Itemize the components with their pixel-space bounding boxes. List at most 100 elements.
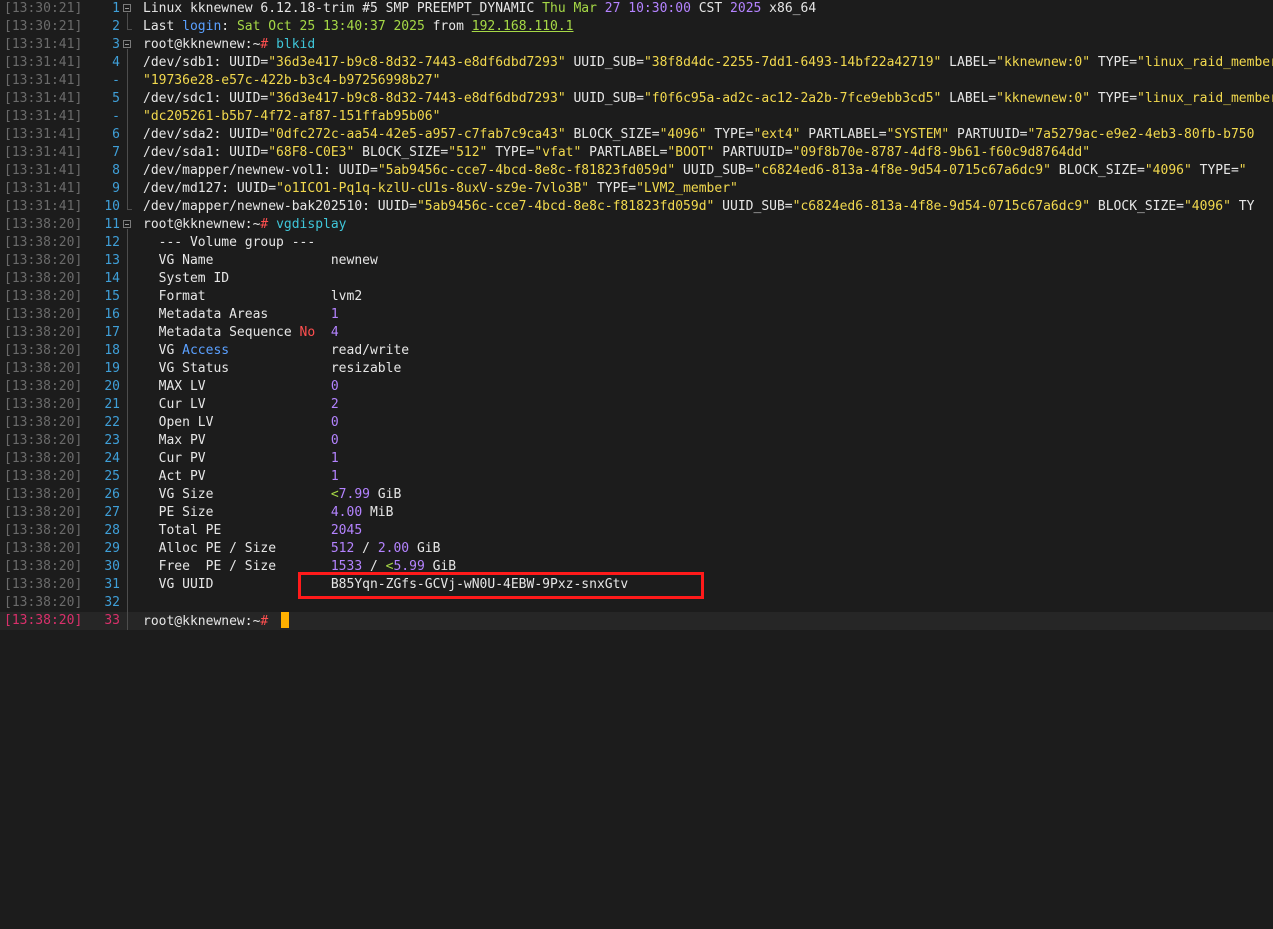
terminal-line: [13:31:41] 9/dev/md127: UUID="o1ICO1-Pq1q… <box>0 180 1273 198</box>
line-number: 2 <box>112 19 120 34</box>
fold-gutter <box>123 378 133 396</box>
line-text: /dev/sdb1: UUID="36d3e417-b9c8-8d32-7443… <box>143 54 1273 72</box>
fold-gutter <box>123 36 133 54</box>
text-segment: Total PE <box>143 523 331 538</box>
fold-gutter <box>123 486 133 504</box>
line-number: 13 <box>104 253 120 268</box>
line-text: Last login: Sat Oct 25 13:40:37 2025 fro… <box>143 18 574 36</box>
fold-gutter <box>123 612 133 630</box>
timestamp: [13:38:20] <box>4 451 83 466</box>
text-segment: "ext4" <box>753 127 801 142</box>
text-segment: LABEL= <box>941 91 997 106</box>
text-segment: "f0f6c95a-ad2c-ac12-2a2b-7fce9ebb3cd5" <box>643 91 942 106</box>
text-segment: login <box>182 19 222 34</box>
text-segment: 2.00 <box>377 541 410 556</box>
text-segment: :~ <box>244 614 261 629</box>
text-segment: Sat Oct 25 13:40:37 2025 <box>236 19 425 34</box>
text-segment: TYPE= <box>1090 55 1138 70</box>
text-segment: TY <box>1230 199 1255 214</box>
text-segment: Act PV <box>143 469 331 484</box>
terminal-line: [13:38:20] 28 Total PE 2045 <box>0 522 1273 540</box>
terminal-line: [13:30:21] 2 Last login: Sat Oct 25 13:40:… <box>0 18 1273 36</box>
text-segment: "512" <box>448 145 488 160</box>
line-number: 31 <box>104 577 120 592</box>
line-text: VG Access read/write <box>143 342 409 360</box>
fold-gutter <box>123 108 133 126</box>
text-segment: CST <box>690 1 731 16</box>
terminal-line: [13:38:20] 18 VG Access read/write <box>0 342 1273 360</box>
text-segment: read/write <box>229 343 410 358</box>
fold-gutter <box>123 18 133 36</box>
text-segment: LABEL= <box>941 55 997 70</box>
terminal-line: [13:38:20] 19 VG Status resizable <box>0 360 1273 378</box>
timestamp: [13:31:41] <box>4 145 83 160</box>
terminal-output[interactable]: [13:30:21] 1 Linux kknewnew 6.12.18-trim #… <box>0 0 1273 929</box>
fold-toggle-icon[interactable] <box>123 220 131 228</box>
fold-gutter <box>123 432 133 450</box>
terminal-line: [13:38:20] 13 VG Name newnew <box>0 252 1273 270</box>
timestamp: [13:38:20] <box>4 595 83 610</box>
timestamp: [13:30:21] <box>4 19 83 34</box>
line-text: root@kknewnew:~# vgdisplay <box>143 216 347 234</box>
text-segment: "4096" <box>1183 199 1231 214</box>
text-segment: PARTLABEL= <box>581 145 668 160</box>
timestamp: [13:38:20] <box>4 523 83 538</box>
timestamp: [13:31:41] <box>4 199 83 214</box>
timestamp: [13:38:20] <box>4 397 83 412</box>
line-number: 22 <box>104 415 120 430</box>
text-segment: 1 <box>330 307 339 322</box>
line-number: 32 <box>104 595 120 610</box>
text-segment: vgdisplay <box>276 217 347 232</box>
fold-gutter <box>123 306 133 324</box>
text-segment: "LVM2_member" <box>636 181 738 196</box>
line-text: Max PV 0 <box>143 432 339 450</box>
text-segment: 2025 <box>730 1 762 16</box>
terminal-line: [13:38:20] 16 Metadata Areas 1 <box>0 306 1273 324</box>
line-number: 25 <box>104 469 120 484</box>
text-segment: GiB <box>409 541 441 556</box>
line-text: Act PV 1 <box>143 468 339 486</box>
terminal-line: [13:38:20] 12 --- Volume group --- <box>0 234 1273 252</box>
fold-gutter <box>123 324 133 342</box>
text-segment: /dev/sda2: UUID= <box>143 127 269 142</box>
terminal-line: [13:31:41] 3 root@kknewnew:~# blkid <box>0 36 1273 54</box>
text-segment: PARTUUID= <box>714 145 793 160</box>
line-text: --- Volume group --- <box>143 234 316 252</box>
line-number: 7 <box>112 145 120 160</box>
text-segment: BLOCK_SIZE= <box>565 127 660 142</box>
text-segment: "5ab9456c-cce7-4bcd-8e8c-f81823fd059d" <box>377 163 676 178</box>
line-text: VG Size <7.99 GiB <box>143 486 402 504</box>
text-segment: PE Size <box>143 505 331 520</box>
text-segment: UUID_SUB= <box>675 163 754 178</box>
line-text: Linux kknewnew 6.12.18-trim #5 SMP PREEM… <box>143 0 816 18</box>
line-number: 24 <box>104 451 120 466</box>
timestamp: [13:31:41] <box>4 163 83 178</box>
text-segment: "BOOT" <box>667 145 715 160</box>
fold-gutter <box>123 180 133 198</box>
text-segment: 0 <box>330 433 339 448</box>
text-segment: "36d3e417-b9c8-8d32-7443-e8df6dbd7293" <box>268 55 566 70</box>
terminal-line: [13:38:20] 17 Metadata Sequence No 4 <box>0 324 1273 342</box>
line-text: /dev/sda2: UUID="0dfc272c-aa54-42e5-a957… <box>143 126 1254 144</box>
terminal-line: [13:38:20] 22 Open LV 0 <box>0 414 1273 432</box>
text-segment: 1 <box>330 451 339 466</box>
fold-gutter <box>123 216 133 234</box>
timestamp: [13:38:20] <box>4 613 83 628</box>
timestamp: [13:38:20] <box>4 487 83 502</box>
line-number: 4 <box>112 55 120 70</box>
line-text: root@kknewnew:~# <box>143 612 290 630</box>
terminal-line: [13:38:20] 11 root@kknewnew:~# vgdisplay <box>0 216 1273 234</box>
text-segment: VG Status resizable <box>143 361 402 376</box>
timestamp: [13:38:20] <box>4 325 83 340</box>
terminal-line: [13:31:41] - "19736e28-e57c-422b-b3c4-b972… <box>0 72 1273 90</box>
text-segment: /dev/sdc1: UUID= <box>143 91 269 106</box>
line-number: 30 <box>104 559 120 574</box>
timestamp: [13:38:20] <box>4 505 83 520</box>
fold-toggle-icon[interactable] <box>123 40 131 48</box>
line-number: 29 <box>104 541 120 556</box>
fold-toggle-icon[interactable] <box>123 4 131 12</box>
terminal-line: [13:31:41] 8/dev/mapper/newnew-vol1: UUID… <box>0 162 1273 180</box>
text-segment: 4 <box>330 325 339 340</box>
line-text: /dev/sda1: UUID="68F8-C0E3" BLOCK_SIZE="… <box>143 144 1090 162</box>
text-segment: MiB <box>362 505 394 520</box>
